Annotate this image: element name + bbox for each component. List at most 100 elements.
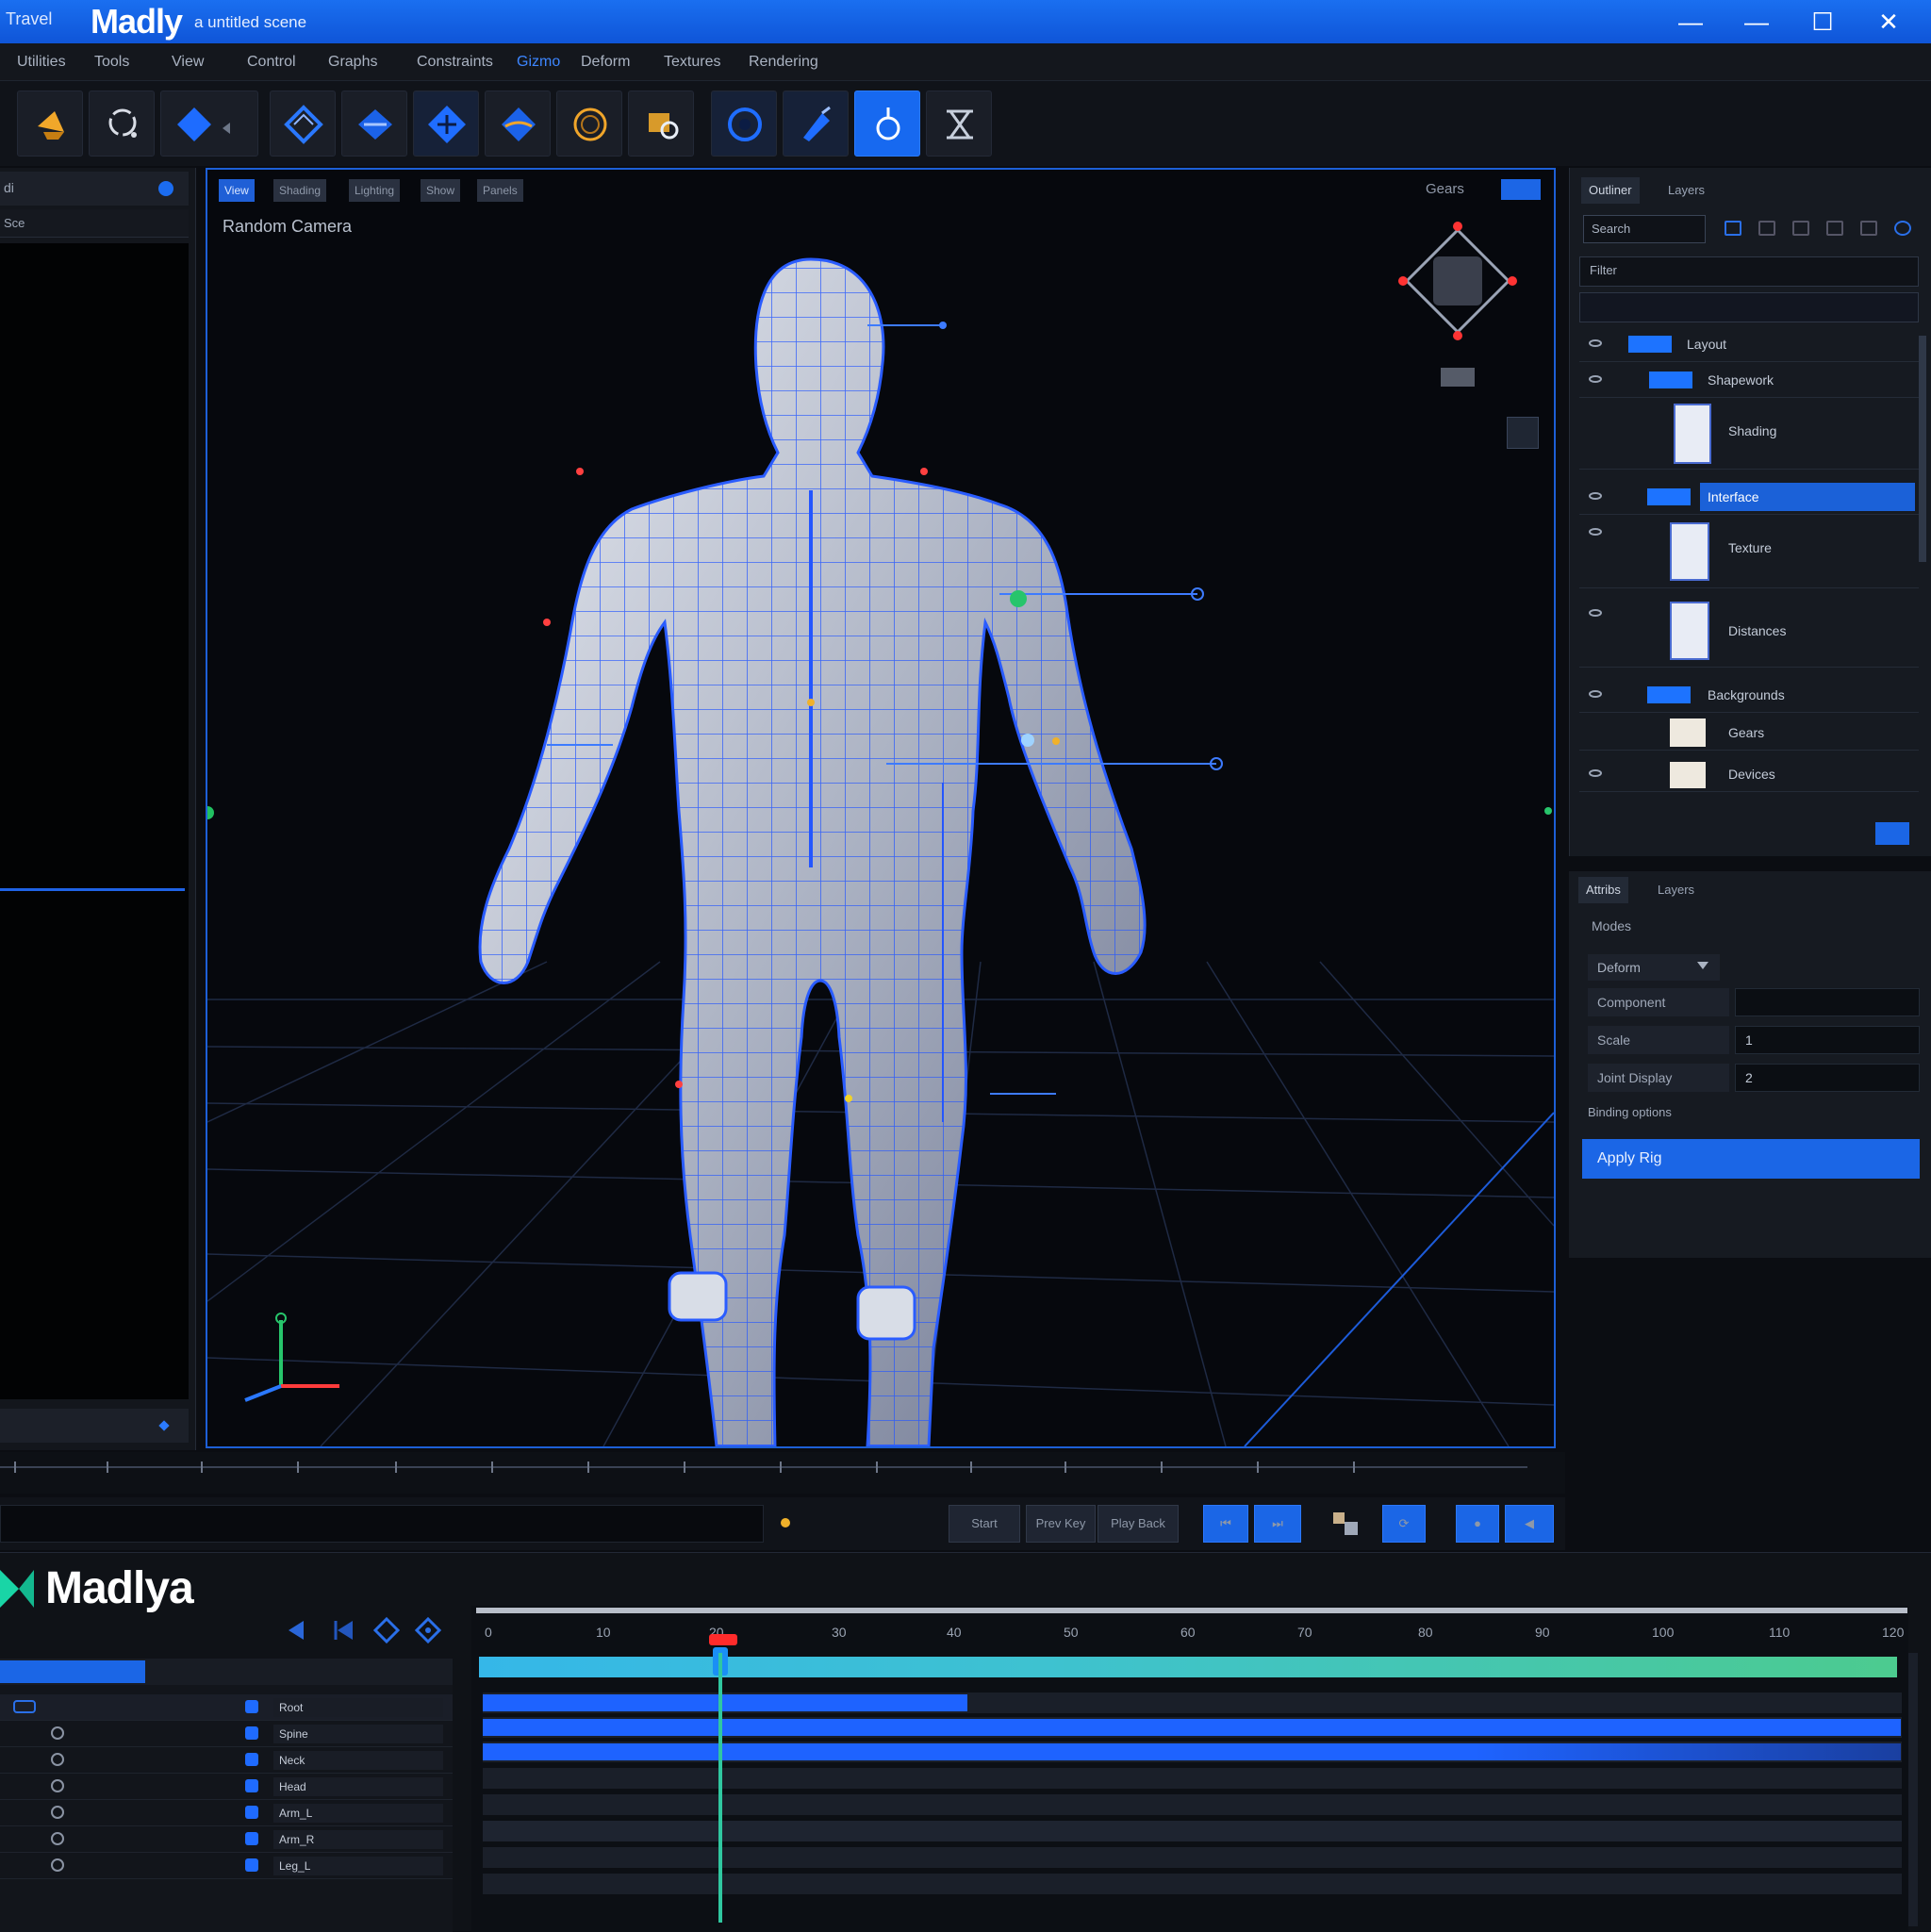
- reverse-button[interactable]: ◀: [1505, 1505, 1554, 1543]
- tool-brush[interactable]: [628, 91, 694, 157]
- track-name[interactable]: Root: [273, 1698, 443, 1717]
- track-lane[interactable]: [483, 1794, 1902, 1815]
- go-start-button[interactable]: ⏮: [1203, 1505, 1248, 1543]
- menu-utilities[interactable]: Utilities: [17, 43, 66, 81]
- track-lane[interactable]: [483, 1821, 1902, 1841]
- visibility-eye-icon[interactable]: [1589, 769, 1602, 777]
- visibility-eye-icon[interactable]: [1589, 690, 1602, 698]
- menu-view[interactable]: View: [172, 43, 204, 81]
- tab-prop-layers[interactable]: Layers: [1650, 877, 1702, 903]
- track-lane[interactable]: [483, 1768, 1902, 1789]
- track-solo-icon[interactable]: [51, 1726, 64, 1740]
- menu-rendering[interactable]: Rendering: [749, 43, 818, 81]
- track-lock-icon[interactable]: [245, 1726, 258, 1740]
- folder-icon[interactable]: [1725, 221, 1741, 236]
- character-icon[interactable]: [1328, 1509, 1362, 1539]
- tool-pen[interactable]: [783, 91, 849, 157]
- command-line-input[interactable]: [0, 1505, 764, 1543]
- menu-tools[interactable]: Tools: [94, 43, 129, 81]
- view-cube[interactable]: [1398, 222, 1517, 387]
- left-panel-canvas[interactable]: [0, 243, 189, 1399]
- tool-pivot[interactable]: [485, 91, 551, 157]
- track-row[interactable]: Arm_R: [0, 1826, 453, 1853]
- mesh-icon[interactable]: [1860, 221, 1877, 236]
- close-button[interactable]: ✕: [1856, 0, 1922, 43]
- track-lock-icon[interactable]: [245, 1753, 258, 1766]
- search-icon[interactable]: [158, 181, 173, 196]
- track-lock-icon[interactable]: [245, 1832, 258, 1845]
- visibility-eye-icon[interactable]: [1589, 375, 1602, 383]
- restore-button[interactable]: —: [1724, 0, 1790, 43]
- tool-rig[interactable]: [854, 91, 920, 157]
- prev-key-button[interactable]: Prev Key: [1026, 1505, 1096, 1543]
- record-button[interactable]: ●: [1456, 1505, 1499, 1543]
- tool-move[interactable]: [160, 91, 258, 157]
- track-filter-tab[interactable]: [0, 1660, 145, 1683]
- outliner-filter-field[interactable]: Filter: [1579, 256, 1919, 287]
- light-icon[interactable]: [1826, 221, 1843, 236]
- tool-scale[interactable]: [341, 91, 407, 157]
- keyframe-clip[interactable]: [483, 1694, 967, 1711]
- expand-icon[interactable]: [158, 1420, 170, 1431]
- outliner-options-bar[interactable]: [1579, 292, 1919, 322]
- tool-lasso[interactable]: [89, 91, 155, 157]
- menu-textures[interactable]: Textures: [664, 43, 720, 81]
- track-row[interactable]: Neck: [0, 1747, 453, 1774]
- visibility-eye-icon[interactable]: [1589, 609, 1602, 617]
- keyframe-icon[interactable]: [373, 1617, 400, 1643]
- keyframe-clip[interactable]: [483, 1719, 1901, 1736]
- tool-sculpt[interactable]: [556, 91, 622, 157]
- play-back-button[interactable]: Play Back: [1098, 1505, 1179, 1543]
- loop-button[interactable]: ⟳: [1382, 1505, 1426, 1543]
- outliner-add-button[interactable]: [1875, 822, 1909, 845]
- timeline-scrollbar[interactable]: [1908, 1653, 1918, 1926]
- minimize-button[interactable]: —: [1658, 0, 1724, 43]
- add-key-icon[interactable]: [415, 1617, 441, 1643]
- scale-field[interactable]: 1: [1735, 1026, 1920, 1054]
- track-name[interactable]: Arm_R: [273, 1830, 443, 1849]
- outliner-item[interactable]: Shapework: [1579, 362, 1919, 398]
- outliner-item[interactable]: Texture: [1579, 515, 1919, 588]
- tab-outliner[interactable]: Outliner: [1581, 177, 1640, 204]
- outliner-item[interactable]: Gears: [1579, 715, 1919, 751]
- playback-range-bar[interactable]: [479, 1657, 1897, 1677]
- component-field[interactable]: [1735, 988, 1920, 1016]
- track-row[interactable]: Arm_L: [0, 1800, 453, 1826]
- track-row[interactable]: Root: [0, 1694, 453, 1721]
- go-end-button[interactable]: ⏭: [1254, 1505, 1301, 1543]
- track-name[interactable]: Neck: [273, 1751, 443, 1770]
- outliner-item-selected[interactable]: Interface: [1579, 479, 1919, 515]
- step-back-icon[interactable]: [330, 1617, 356, 1643]
- camera-icon[interactable]: [1792, 221, 1809, 236]
- visibility-eye-icon[interactable]: [1589, 492, 1602, 500]
- track-solo-icon[interactable]: [51, 1832, 64, 1845]
- timeline-scrub-bar[interactable]: [476, 1608, 1907, 1613]
- track-row[interactable]: Leg_L: [0, 1853, 453, 1879]
- track-lane[interactable]: [483, 1847, 1902, 1868]
- grid-icon[interactable]: [1758, 221, 1775, 236]
- track-lock-icon[interactable]: [245, 1779, 258, 1792]
- playhead-marker[interactable]: [709, 1634, 737, 1645]
- outliner-item[interactable]: Shading: [1579, 398, 1919, 470]
- time-ruler[interactable]: [0, 1452, 1565, 1494]
- track-name[interactable]: Arm_L: [273, 1804, 443, 1823]
- viewport-frame-icon[interactable]: [1507, 417, 1539, 449]
- track-solo-icon[interactable]: [51, 1779, 64, 1792]
- visibility-eye-icon[interactable]: [1589, 339, 1602, 347]
- tool-snap[interactable]: [413, 91, 479, 157]
- outliner-search-input[interactable]: Search: [1583, 215, 1706, 243]
- track-lock-icon[interactable]: [245, 1806, 258, 1819]
- track-solo-icon[interactable]: [51, 1858, 64, 1872]
- globe-icon[interactable]: [1894, 221, 1911, 236]
- joint-display-select[interactable]: 2: [1735, 1064, 1920, 1092]
- outliner-item[interactable]: Layout: [1579, 326, 1919, 362]
- visibility-eye-icon[interactable]: [1589, 528, 1602, 536]
- outliner-item[interactable]: Devices: [1579, 756, 1919, 792]
- menu-graphs[interactable]: Graphs: [328, 43, 377, 81]
- tool-paint-bucket[interactable]: [17, 91, 83, 157]
- skip-back-icon[interactable]: [281, 1617, 307, 1643]
- track-row[interactable]: Head: [0, 1774, 453, 1800]
- maximize-button[interactable]: ☐: [1790, 0, 1856, 43]
- track-row[interactable]: Spine: [0, 1721, 453, 1747]
- menu-constraints[interactable]: Constraints: [417, 43, 493, 81]
